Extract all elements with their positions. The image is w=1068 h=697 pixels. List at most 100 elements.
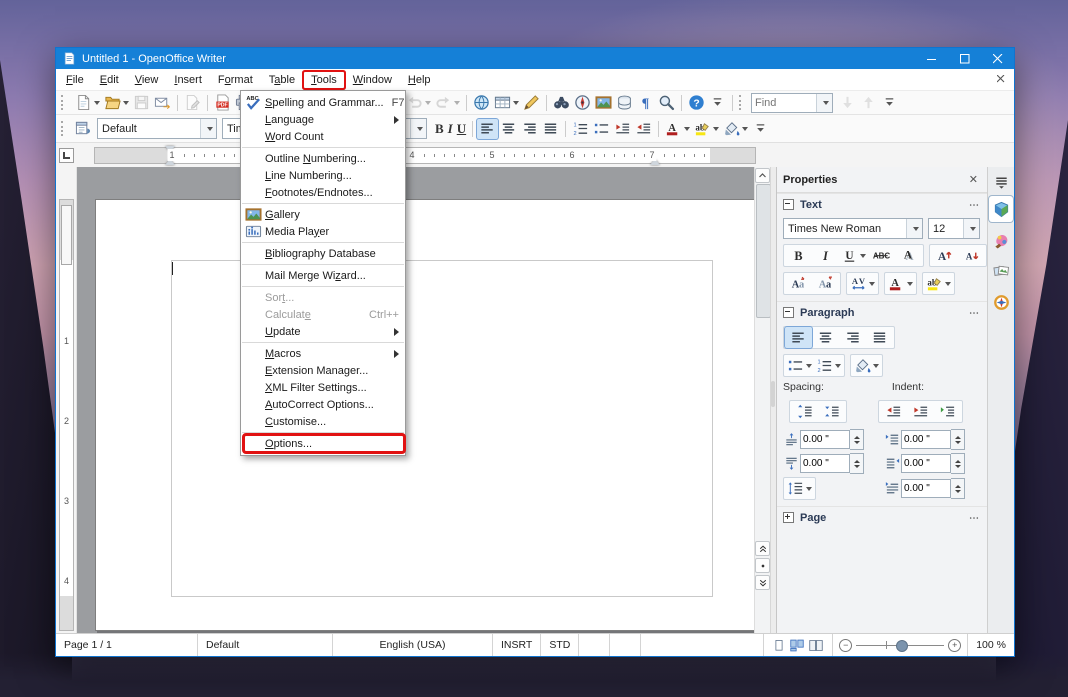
italic-button[interactable]: I [812,245,839,266]
bold-button[interactable]: B [785,245,812,266]
lowercase-button[interactable]: Aa [812,273,839,294]
navigator-button[interactable] [572,93,593,113]
new-document-button[interactable] [73,93,102,113]
dropdown-arrow-icon[interactable] [907,282,913,286]
overflow-button[interactable] [879,93,900,113]
first-line-indent-input[interactable] [901,479,951,498]
align-left-button[interactable] [477,119,498,139]
find-replace-button[interactable] [551,93,572,113]
bullet-list-button[interactable] [591,119,612,139]
panel-close-icon[interactable]: ✕ [966,173,981,186]
align-left-button[interactable] [785,327,812,348]
underline-button[interactable]: U [455,119,468,139]
dropdown-arrow-icon[interactable] [806,487,812,491]
menu-item-language[interactable]: Language [241,111,405,128]
zoom-out-button[interactable]: − [839,639,852,652]
email-button[interactable] [152,93,173,113]
overflow-button[interactable] [750,119,771,139]
spinner[interactable] [951,453,965,474]
character-spacing-button[interactable]: AV [848,273,877,294]
align-center-button[interactable] [498,119,519,139]
menu-item-bibliography-database[interactable]: Bibliography Database [241,245,405,262]
section-header-paragraph[interactable]: Paragraph [777,301,987,323]
zoom-in-button[interactable]: + [948,639,961,652]
menu-item-outline-numbering[interactable]: Outline Numbering... [241,150,405,167]
formatting-marks-button[interactable]: ¶ [635,93,656,113]
shadow-button[interactable]: AA [895,245,922,266]
strikethrough-button[interactable]: ABC [868,245,895,266]
spinner[interactable] [951,429,965,450]
scroll-up-button[interactable] [755,168,770,183]
multi-page-view-button[interactable] [789,638,805,653]
decrease-paragraph-spacing-button[interactable] [818,401,845,422]
increase-font-size-button[interactable]: A [931,245,958,266]
dropdown-arrow-icon[interactable] [454,101,460,105]
menu-item-macros[interactable]: Macros [241,345,405,362]
dropdown-icon[interactable] [410,119,426,138]
help-button[interactable]: ? [686,93,707,113]
decrease-indent-button[interactable] [907,401,934,422]
sidebar-font-size-combobox[interactable]: 12 [928,218,980,239]
underline-button[interactable]: U [839,245,868,266]
menubar-item-table[interactable]: Table [262,72,302,88]
toolbar-grip[interactable] [61,121,68,136]
menu-item-word-count[interactable]: Word Count [241,128,405,145]
section-header-page[interactable]: Page [777,506,987,528]
highlighting-button[interactable]: ab [692,119,721,139]
next-page-button[interactable] [755,575,770,590]
align-justify-button[interactable] [866,327,893,348]
paragraph-style-combobox[interactable]: Default [97,118,217,139]
status-page-number[interactable]: Page 1 / 1 [56,634,198,656]
dropdown-arrow-icon[interactable] [513,101,519,105]
status-zoom-level[interactable]: 100 % [968,634,1014,656]
menu-item-autocorrect-options[interactable]: AutoCorrect Options... [241,396,405,413]
previous-page-button[interactable] [755,541,770,556]
status-language[interactable]: English (USA) [333,634,493,656]
dropdown-arrow-icon[interactable] [713,127,719,131]
numbered-list-button[interactable]: 12 [814,355,843,376]
italic-button[interactable]: I [446,119,455,139]
numbered-list-button[interactable]: 12 [570,119,591,139]
find-toolbar-grip[interactable] [739,95,746,110]
close-document-icon[interactable] [988,74,1014,86]
align-right-button[interactable] [519,119,540,139]
sidebar-settings-icon[interactable] [989,171,1013,191]
document-page[interactable] [95,199,754,631]
increase-indent-button[interactable] [633,119,654,139]
vertical-scrollbar[interactable] [754,167,770,633]
menubar-item-view[interactable]: View [128,72,166,88]
bullet-list-button[interactable] [785,355,814,376]
horizontal-ruler[interactable]: 1234567 [76,143,757,167]
after-text-indent-input[interactable] [901,454,951,473]
sidebar-splitter[interactable] [770,167,776,633]
document-area[interactable] [77,167,754,633]
section-more-icon[interactable] [967,307,981,319]
find-input[interactable] [752,97,816,109]
below-paragraph-spacing-input[interactable] [800,454,850,473]
data-sources-button[interactable] [614,93,635,113]
sidebar-tab-properties[interactable] [989,196,1013,222]
spinner[interactable] [850,453,864,474]
menu-item-customise[interactable]: Customise... [241,413,405,430]
open-file-button[interactable] [102,93,131,113]
menu-item-footnotes-endnotes[interactable]: Footnotes/Endnotes... [241,184,405,201]
font-color-button[interactable]: A [886,273,915,294]
minimize-button[interactable] [915,48,948,69]
zoom-slider[interactable] [856,640,944,650]
status-blank-cell[interactable] [579,634,610,656]
book-view-button[interactable] [808,638,824,653]
find-combobox[interactable] [751,93,833,113]
menu-item-update[interactable]: Update [241,323,405,340]
increase-indent-button[interactable] [880,401,907,422]
section-more-icon[interactable] [967,512,981,524]
sidebar-tab-navigator[interactable] [989,289,1013,315]
dropdown-arrow-icon[interactable] [860,254,866,258]
status-selection-mode[interactable]: STD [541,634,579,656]
insert-table-button[interactable] [492,93,521,113]
toolbar-grip[interactable] [61,95,68,110]
status-blank-cell[interactable] [610,634,641,656]
dropdown-arrow-icon[interactable] [123,101,129,105]
menubar-item-insert[interactable]: Insert [167,72,209,88]
status-insert-mode[interactable]: INSRT [493,634,541,656]
styles-dialog-button[interactable] [73,119,94,139]
